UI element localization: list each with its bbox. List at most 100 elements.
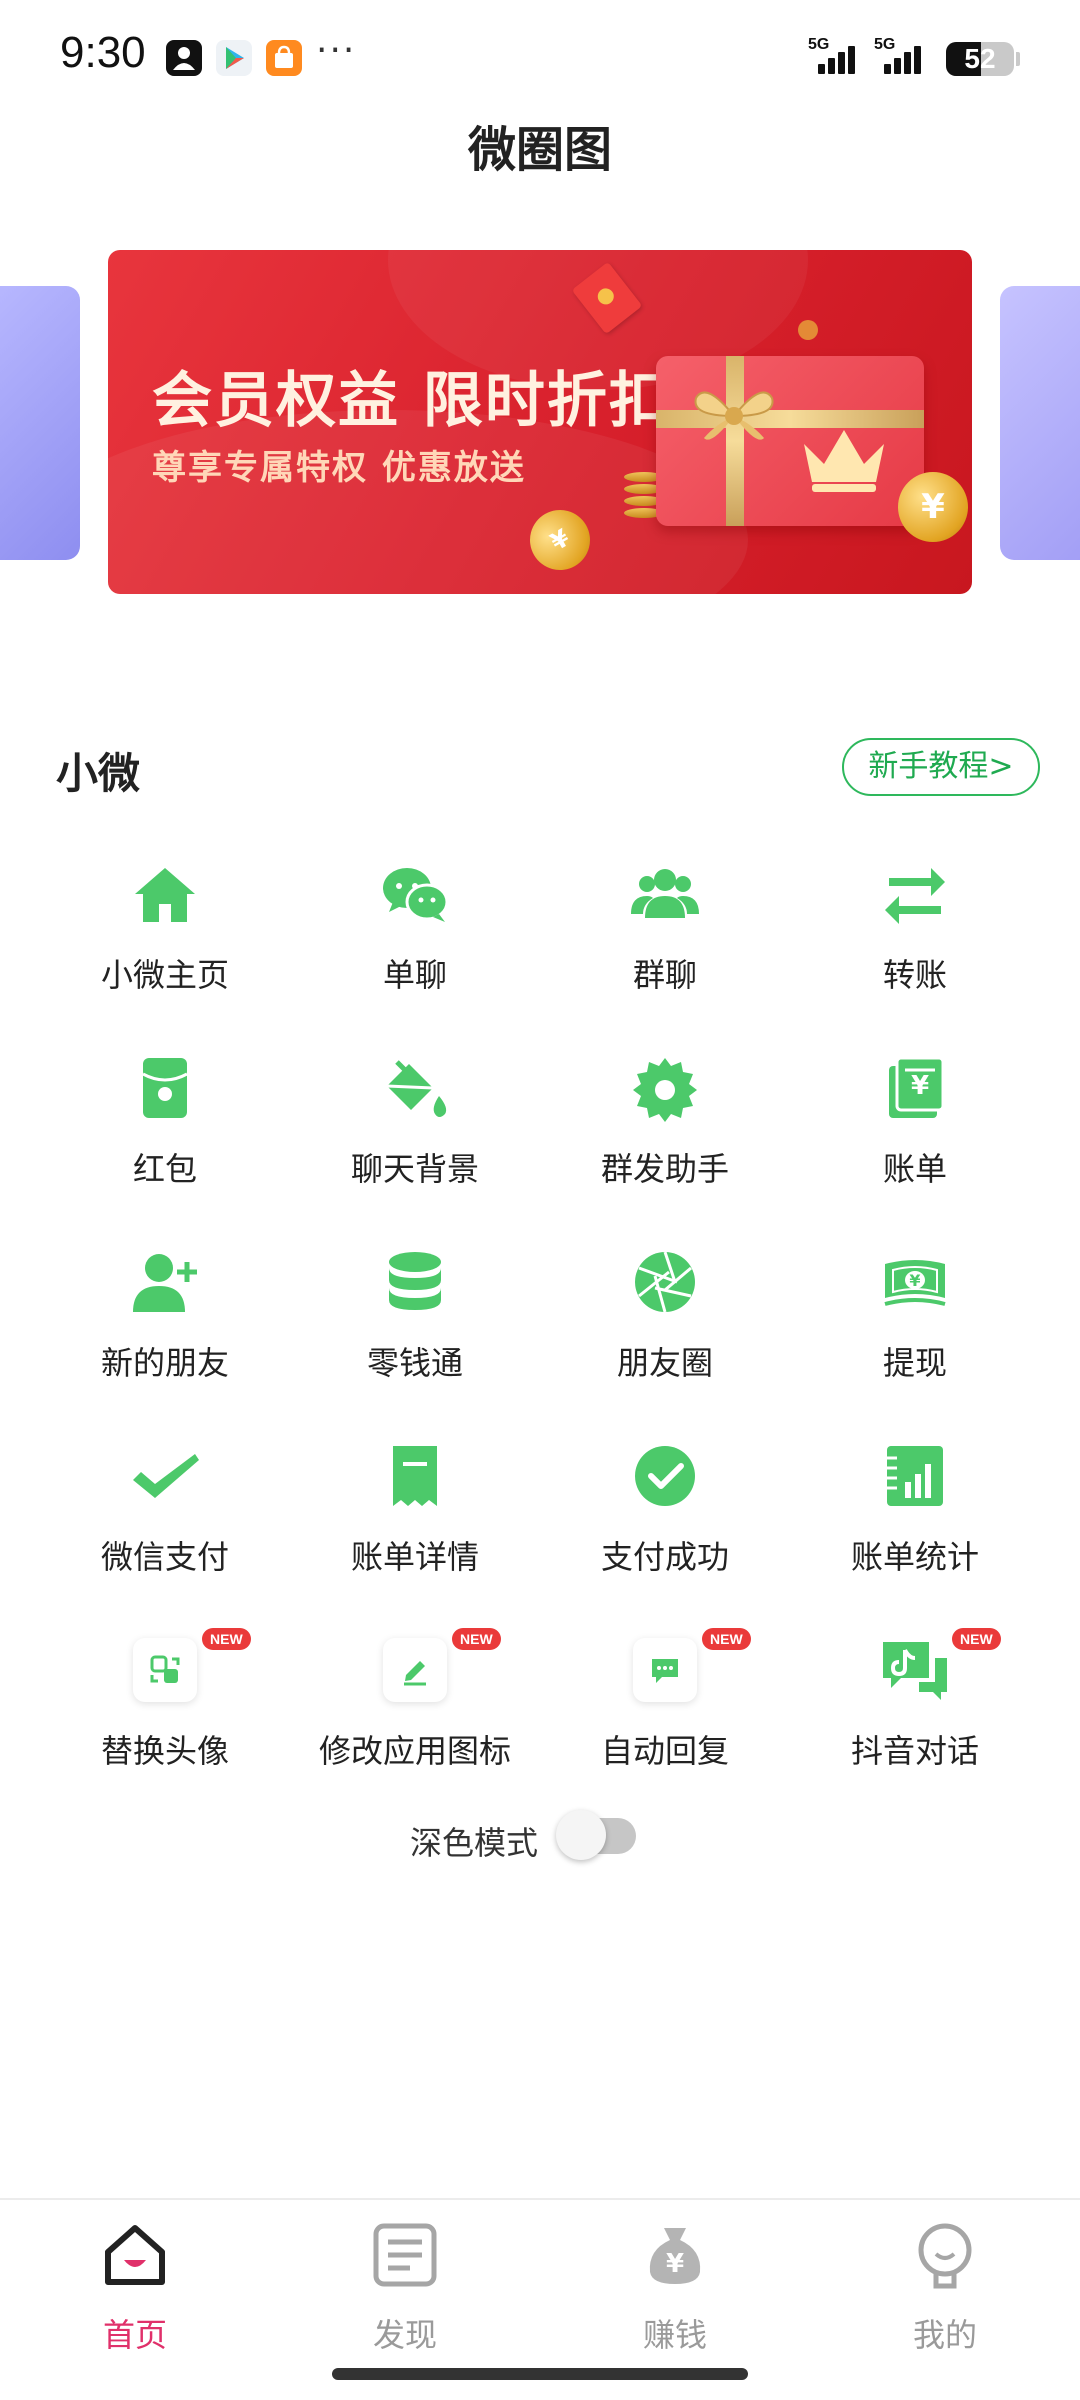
home-indicator[interactable] — [332, 2368, 748, 2380]
banner-subtitle: 尊享专属特权 优惠放送 — [152, 448, 526, 488]
tiktok-chat-icon — [875, 1630, 955, 1710]
feature-label: 小微主页 — [100, 956, 229, 994]
new-badge: NEW — [452, 1628, 501, 1650]
banner-next-slide[interactable] — [1000, 286, 1080, 560]
bow-icon — [694, 391, 774, 440]
money-bag-icon: ¥ — [649, 2228, 701, 2284]
dark-mode-label: 深色模式 — [410, 1824, 539, 1862]
feature-swap-avatar[interactable]: NEW 替换头像 — [40, 1616, 290, 1810]
promo-banner[interactable]: 会员权益 限时折扣 尊享专属特权 优惠放送 ¥ ¥ — [108, 250, 972, 594]
feature-label: 聊天背景 — [350, 1150, 479, 1188]
feature-label: 账单详情 — [350, 1538, 479, 1576]
feature-label: 提现 — [882, 1344, 947, 1382]
feature-checkmark[interactable]: 微信支付 — [40, 1422, 290, 1616]
nav-profile[interactable]: 我的 — [810, 2220, 1080, 2370]
gear-icon — [625, 1048, 705, 1128]
feature-gear[interactable]: 群发助手 — [540, 1034, 790, 1228]
banner-prev-slide[interactable] — [0, 286, 80, 560]
feature-label: 转账 — [882, 956, 947, 994]
battery-cap — [1016, 52, 1020, 66]
feature-home[interactable]: 小微主页 — [40, 840, 290, 1034]
document-icon — [373, 2223, 437, 2287]
feature-aperture[interactable]: 朋友圈 — [540, 1228, 790, 1422]
checkmark-icon — [125, 1436, 205, 1516]
feature-label: 自动回复 — [600, 1732, 729, 1770]
section-title: 小微 — [56, 749, 141, 798]
swap-avatar-icon — [133, 1638, 197, 1702]
more-notifications-icon: ··· — [316, 30, 357, 71]
feature-tiktok-chat[interactable]: NEW 抖音对话 — [790, 1616, 1040, 1810]
feature-red-packet[interactable]: 红包 — [40, 1034, 290, 1228]
feature-add-friend[interactable]: 新的朋友 — [40, 1228, 290, 1422]
yen-coin-decoration: ¥ — [898, 472, 968, 542]
battery-icon: 52 — [946, 42, 1014, 76]
feature-statistics[interactable]: 账单统计 — [790, 1422, 1040, 1616]
statistics-icon — [875, 1436, 955, 1516]
coins-stack-icon — [375, 1242, 455, 1322]
profile-icon — [918, 2223, 972, 2289]
new-badge: NEW — [702, 1628, 751, 1650]
battery-level: 52 — [964, 43, 996, 74]
wechat-icon — [375, 854, 455, 934]
feature-label: 修改应用图标 — [318, 1732, 511, 1770]
home-icon — [125, 854, 205, 934]
play-store-icon — [216, 40, 252, 76]
signal-5g-icon: 5G — [808, 36, 868, 74]
gold-dot-decoration — [798, 320, 818, 340]
feature-receipt[interactable]: 账单详情 — [290, 1422, 540, 1616]
nav-profile-label: 我的 — [912, 2316, 977, 2354]
new-badge: NEW — [202, 1628, 251, 1650]
feature-label: 抖音对话 — [850, 1732, 979, 1770]
feature-label: 单聊 — [382, 956, 447, 994]
crown-icon — [804, 430, 884, 492]
dark-mode-row: 深色模式 — [0, 1808, 1080, 1870]
contacts-app-icon — [166, 40, 202, 76]
feature-label: 微信支付 — [100, 1538, 229, 1576]
tutorial-button[interactable]: 新手教程> — [842, 738, 1040, 796]
aperture-icon — [625, 1242, 705, 1322]
feature-transfer[interactable]: 转账 — [790, 840, 1040, 1034]
feature-label: 账单 — [882, 1150, 947, 1188]
feature-wechat[interactable]: 单聊 — [290, 840, 540, 1034]
nav-discover[interactable]: 发现 — [270, 2220, 540, 2370]
dark-mode-toggle[interactable] — [556, 1810, 638, 1860]
feature-label: 群发助手 — [600, 1150, 729, 1188]
status-time: 9:30 — [60, 28, 146, 77]
nav-home[interactable]: 首页 — [0, 2220, 270, 2370]
nav-home-label: 首页 — [102, 2316, 167, 2354]
status-bar: 9:30 ··· 5G 5G 52 — [0, 0, 1080, 120]
receipt-icon — [375, 1436, 455, 1516]
edit-icon — [383, 1638, 447, 1702]
feature-grid: 小微主页 单聊 群聊 转账红包 聊天背景 群发助手 ¥ 账单新的朋友 零钱通 朋友圈 ¥ 提现微信支付… — [40, 840, 1040, 1810]
feature-edit[interactable]: NEW 修改应用图标 — [290, 1616, 540, 1810]
feature-coins-stack[interactable]: 零钱通 — [290, 1228, 540, 1422]
red-packet-icon — [125, 1048, 205, 1128]
check-circle-icon — [625, 1436, 705, 1516]
new-badge: NEW — [952, 1628, 1001, 1650]
feature-chat-bubble[interactable]: NEW 自动回复 — [540, 1616, 790, 1810]
page-title: 微圈图 — [467, 122, 612, 178]
transfer-icon — [875, 854, 955, 934]
feature-check-circle[interactable]: 支付成功 — [540, 1422, 790, 1616]
toggle-knob — [556, 1810, 606, 1860]
feature-label: 红包 — [132, 1150, 197, 1188]
signal-5g-icon: 5G — [874, 36, 934, 74]
cash-icon: ¥ — [875, 1242, 955, 1322]
feature-label: 群聊 — [632, 956, 697, 994]
feature-label: 替换头像 — [100, 1732, 229, 1770]
feature-bill[interactable]: ¥ 账单 — [790, 1034, 1040, 1228]
svg-text:¥: ¥ — [909, 1271, 920, 1290]
feature-label: 新的朋友 — [100, 1344, 229, 1382]
feature-paint-bucket[interactable]: 聊天背景 — [290, 1034, 540, 1228]
svg-text:¥: ¥ — [666, 2249, 684, 2279]
nav-earn[interactable]: ¥ 赚钱 — [540, 2220, 810, 2370]
chat-bubble-icon — [633, 1638, 697, 1702]
feature-cash[interactable]: ¥ 提现 — [790, 1228, 1040, 1422]
shopping-app-icon — [266, 40, 302, 76]
feature-group[interactable]: 群聊 — [540, 840, 790, 1034]
bill-icon: ¥ — [875, 1048, 955, 1128]
banner-title: 会员权益 限时折扣 — [152, 366, 671, 436]
feature-label: 支付成功 — [600, 1538, 729, 1576]
feature-label: 账单统计 — [850, 1538, 979, 1576]
svg-text:¥: ¥ — [911, 1071, 929, 1101]
